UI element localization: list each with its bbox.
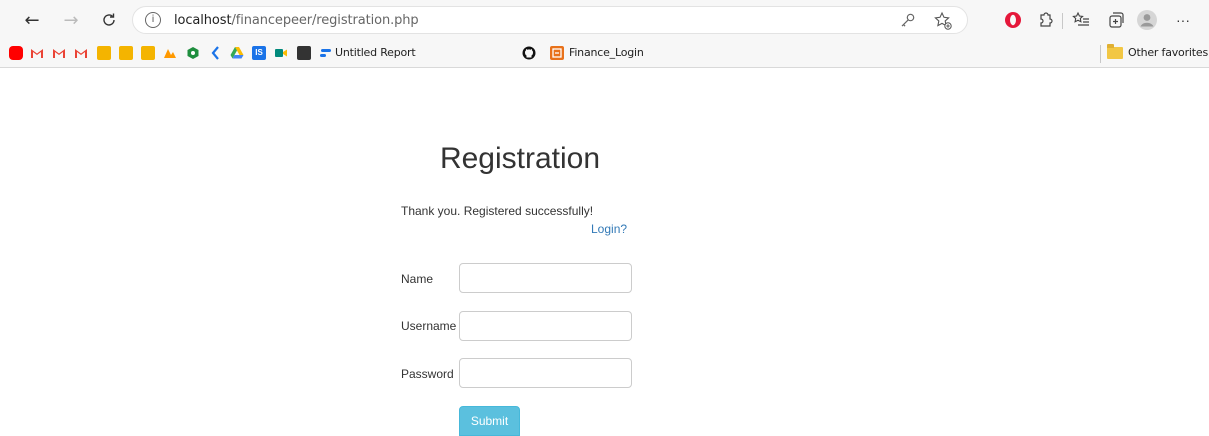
- site-info-icon[interactable]: i: [145, 12, 161, 28]
- name-input[interactable]: [459, 263, 632, 293]
- extensions-icon[interactable]: [1034, 9, 1056, 31]
- browser-toolbar: ← → i localhost/financepeer/registration…: [0, 0, 1209, 40]
- bookmarks-divider: [1100, 45, 1101, 63]
- refresh-icon[interactable]: [97, 8, 121, 32]
- name-label: Name: [401, 272, 434, 286]
- url-path: /financepeer/registration.php: [231, 13, 419, 28]
- back-icon[interactable]: ←: [20, 8, 44, 32]
- finance-login-bookmark-icon[interactable]: [550, 46, 564, 60]
- address-url[interactable]: localhost/financepeer/registration.php: [174, 13, 419, 28]
- data-studio-bookmark-icon[interactable]: [319, 46, 333, 60]
- youtube-bookmark-icon[interactable]: [9, 46, 23, 60]
- github-bookmark-icon[interactable]: [522, 46, 536, 60]
- folder-icon[interactable]: [1107, 44, 1123, 59]
- google-meet-bookmark-icon[interactable]: [274, 46, 288, 60]
- dark-bookmark-icon[interactable]: [297, 46, 311, 60]
- aws-bookmark-icon[interactable]: [163, 46, 177, 60]
- classroom-bookmark-icon[interactable]: [141, 46, 155, 60]
- is-bookmark-icon[interactable]: IS: [252, 46, 266, 60]
- username-input[interactable]: [459, 311, 632, 341]
- opera-icon[interactable]: [1002, 9, 1024, 31]
- bookmark-other-favorites[interactable]: Other favorites: [1128, 46, 1208, 59]
- url-host: localhost: [174, 13, 232, 28]
- profile-avatar-icon[interactable]: [1136, 9, 1158, 31]
- classroom-bookmark-icon[interactable]: [97, 46, 111, 60]
- gmail-bookmark-icon[interactable]: [30, 46, 44, 60]
- google-drive-bookmark-icon[interactable]: [230, 46, 244, 60]
- password-label: Password: [401, 367, 454, 381]
- classroom-bookmark-icon[interactable]: [119, 46, 133, 60]
- forward-icon[interactable]: →: [59, 8, 83, 32]
- add-favorite-icon[interactable]: [933, 11, 953, 31]
- page-title: Registration: [439, 142, 601, 175]
- favorites-list-icon[interactable]: [1070, 9, 1092, 31]
- address-bar[interactable]: i localhost/financepeer/registration.php: [132, 6, 968, 34]
- username-label: Username: [401, 319, 457, 333]
- password-key-icon[interactable]: [899, 11, 917, 29]
- gmail-bookmark-icon[interactable]: [74, 46, 88, 60]
- bookmark-untitled-report[interactable]: Untitled Report: [335, 46, 416, 59]
- password-input[interactable]: [459, 358, 632, 388]
- success-message: Thank you. Registered successfully!: [401, 204, 594, 218]
- gmail-bookmark-icon[interactable]: [52, 46, 66, 60]
- page-content: Registration Thank you. Registered succe…: [0, 69, 1209, 436]
- bookmarks-bar: IS Untitled Report Finance_Login Other f…: [0, 40, 1209, 68]
- more-menu-icon[interactable]: ···: [1172, 9, 1194, 31]
- toolbar-divider: [1062, 13, 1063, 29]
- login-link[interactable]: Login?: [591, 222, 627, 236]
- hexagon-bookmark-icon[interactable]: [186, 46, 200, 60]
- submit-button[interactable]: Submit: [459, 406, 520, 436]
- k-bookmark-icon[interactable]: [208, 46, 222, 60]
- bookmark-finance-login[interactable]: Finance_Login: [569, 46, 644, 59]
- collections-icon[interactable]: [1105, 9, 1127, 31]
